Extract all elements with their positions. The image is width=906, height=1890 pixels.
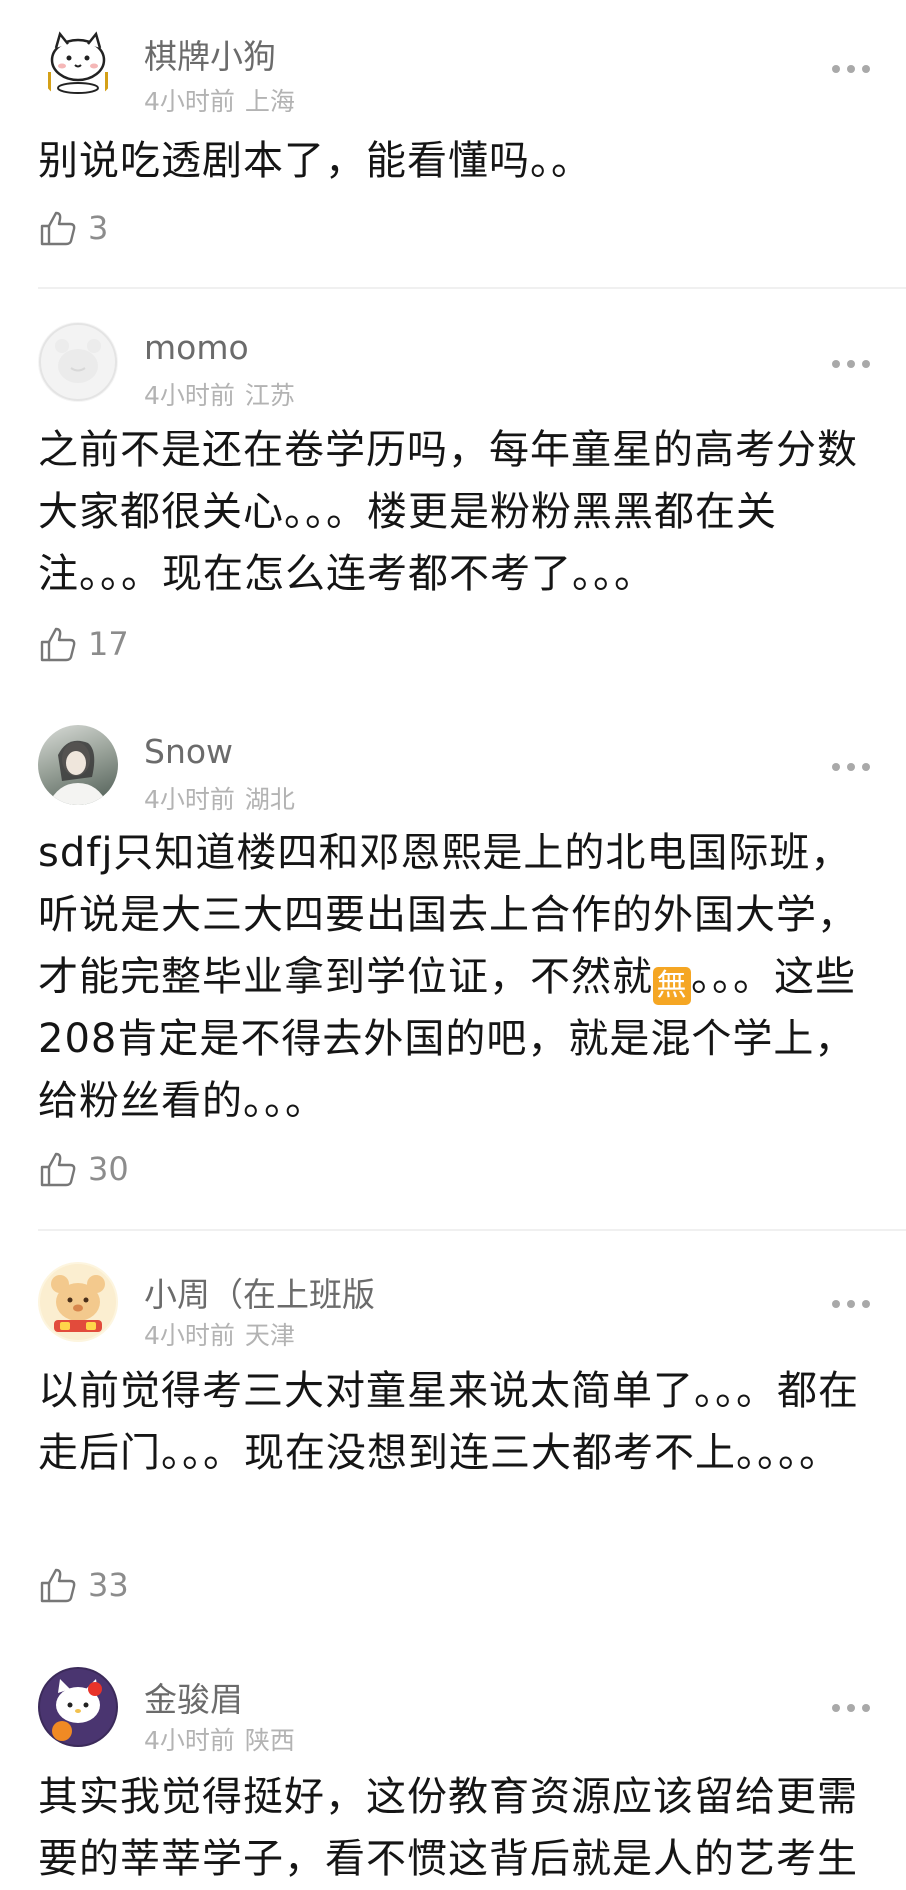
cartoon-bear-avatar-icon — [40, 1264, 116, 1340]
username[interactable]: 棋牌小狗 — [144, 30, 276, 78]
timestamp: 4小时前 — [144, 381, 235, 410]
comment-meta: 4小时前 江苏 — [144, 376, 295, 412]
comment-meta: 4小时前 上海 — [144, 82, 295, 118]
thumbs-up-icon — [40, 627, 76, 662]
location: 天津 — [244, 1321, 295, 1350]
avatar[interactable] — [38, 22, 118, 102]
more-options-icon[interactable] — [832, 1299, 870, 1309]
cartoon-dog-avatar-icon — [48, 31, 108, 94]
timestamp: 4小时前 — [144, 87, 235, 116]
location: 江苏 — [244, 381, 295, 410]
hello-kitty-avatar-icon — [40, 1669, 116, 1745]
like-button[interactable]: 30 — [38, 1149, 129, 1189]
thumbs-up-icon — [40, 1568, 76, 1603]
like-count: 33 — [88, 1566, 129, 1604]
username[interactable]: momo — [144, 328, 249, 367]
more-options-icon[interactable] — [832, 64, 870, 74]
like-button[interactable]: 33 — [38, 1565, 129, 1605]
comment-text: 别说吃透剧本了，能看懂吗。。 — [38, 138, 592, 184]
avatar[interactable] — [38, 725, 118, 805]
timestamp: 4小时前 — [144, 1321, 235, 1350]
avatar[interactable] — [38, 322, 118, 402]
comment-text: sdfj只知道楼四和邓恩熙是上的北电国际班，听说是大三大四要出国去上合作的外国大… — [38, 822, 868, 1132]
location: 陕西 — [244, 1726, 295, 1755]
location: 湖北 — [244, 785, 295, 814]
timestamp: 4小时前 — [144, 785, 235, 814]
location: 上海 — [244, 87, 295, 116]
like-button[interactable]: 3 — [38, 208, 108, 248]
default-avatar-icon — [39, 323, 117, 401]
timestamp: 4小时前 — [144, 1726, 235, 1755]
username[interactable]: Snow — [144, 732, 233, 771]
comment-meta: 4小时前 陕西 — [144, 1721, 295, 1757]
username[interactable]: 金骏眉 — [144, 1673, 243, 1721]
comment-meta: 4小时前 天津 — [144, 1316, 295, 1352]
more-options-icon[interactable] — [832, 1703, 870, 1713]
like-count: 3 — [88, 209, 109, 247]
comment-text: 之前不是还在卷学历吗，每年童星的高考分数大家都很关心。。。楼更是粉粉黑黑都在关注… — [38, 427, 858, 597]
username[interactable]: 小周（在上班版 — [144, 1268, 375, 1316]
avatar[interactable] — [38, 1667, 118, 1747]
divider — [38, 1229, 906, 1231]
comment-meta: 4小时前 湖北 — [144, 780, 295, 816]
thumbs-up-icon — [40, 211, 76, 246]
thumbs-up-icon — [40, 1152, 76, 1187]
photo-avatar-icon — [48, 740, 108, 805]
like-button[interactable]: 17 — [38, 624, 129, 664]
wu-emoji-icon: 無 — [653, 967, 691, 1005]
comment-text: 其实我觉得挺好，这份教育资源应该留给更需要的莘莘学子，看不惯这背后就是人的艺考生 — [38, 1774, 858, 1882]
more-options-icon[interactable] — [832, 359, 870, 369]
comment-text: 以前觉得考三大对童星来说太简单了。。。都在走后门。。。现在没想到连三大都考不上。… — [38, 1368, 859, 1476]
divider — [38, 287, 906, 289]
more-options-icon[interactable] — [832, 762, 870, 772]
like-count: 17 — [88, 625, 129, 663]
like-count: 30 — [88, 1150, 129, 1188]
avatar[interactable] — [38, 1262, 118, 1342]
